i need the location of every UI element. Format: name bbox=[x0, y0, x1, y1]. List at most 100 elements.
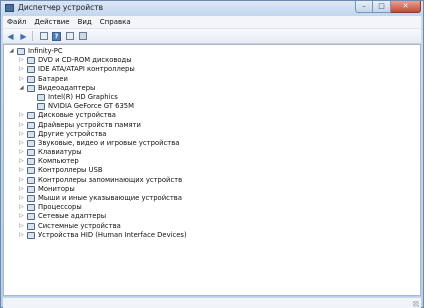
tree-category-item[interactable]: ▷ Процессоры bbox=[4, 203, 420, 212]
expand-arrow-icon[interactable]: ▷ bbox=[18, 121, 25, 130]
expand-arrow-icon[interactable]: ▷ bbox=[18, 203, 25, 212]
tree-device-item[interactable]: Intel(R) HD Graphics bbox=[4, 93, 420, 102]
tree-item-label: Контроллеры USB bbox=[38, 166, 103, 175]
tree-category-item[interactable]: ▷ Драйверы устройств памяти bbox=[4, 121, 420, 130]
tree-category-item[interactable]: ▷ Мыши и иные указывающие устройства bbox=[4, 194, 420, 203]
tree-category-item[interactable]: ▷ Звуковые, видео и игровые устройства bbox=[4, 139, 420, 148]
caption-buttons: – □ ✕ bbox=[355, 1, 421, 13]
expand-arrow-icon[interactable]: ▷ bbox=[18, 56, 25, 65]
title-bar[interactable]: Диспетчер устройств – □ ✕ bbox=[1, 1, 423, 16]
tree-category-item[interactable]: ▷ Контроллеры запоминающих устройств bbox=[4, 176, 420, 185]
sound-icon bbox=[27, 139, 35, 147]
expand-arrow-icon[interactable]: ▷ bbox=[18, 130, 25, 139]
device-tree-panel: ◢ Infinity-PC ▷ DVD и CD-ROM дисководы ▷ IDE … bbox=[3, 44, 421, 296]
other-devices-icon bbox=[27, 130, 35, 138]
minimize-button[interactable]: – bbox=[355, 1, 373, 13]
processor-icon bbox=[27, 204, 35, 212]
tree-item-label: Другие устройства bbox=[38, 129, 107, 138]
menu-file[interactable]: Файл bbox=[3, 16, 30, 28]
tree-item-label: Мыши и иные указывающие устройства bbox=[38, 194, 182, 202]
display-adapter-icon bbox=[37, 103, 45, 111]
battery-icon bbox=[27, 75, 35, 83]
close-button[interactable]: ✕ bbox=[391, 1, 421, 13]
resize-grip[interactable] bbox=[413, 301, 419, 307]
menu-action[interactable]: Действие bbox=[30, 16, 73, 28]
tree-category-item[interactable]: ▷ Мониторы bbox=[4, 185, 420, 194]
tree-category-item[interactable]: ▷ Сетевые адаптеры bbox=[4, 212, 420, 221]
keyboard-icon bbox=[27, 149, 35, 157]
tree-category-item[interactable]: ◢ Видеоадаптеры bbox=[4, 84, 420, 93]
expand-arrow-icon[interactable]: ▷ bbox=[18, 212, 25, 221]
toolbar: ◀ ▶ ? bbox=[3, 28, 421, 44]
usb-icon bbox=[27, 167, 35, 175]
tree-item-label: Устройства HID (Human Interface Devices) bbox=[38, 230, 187, 239]
tree-category-item[interactable]: ▷ DVD и CD-ROM дисководы bbox=[4, 56, 420, 65]
maximize-button[interactable]: □ bbox=[373, 1, 391, 13]
tree-item-label: Процессоры bbox=[38, 203, 82, 212]
expand-arrow-icon[interactable]: ▷ bbox=[18, 148, 25, 157]
expand-arrow-icon[interactable]: ▷ bbox=[18, 111, 25, 120]
expand-arrow-icon[interactable]: ▷ bbox=[18, 157, 25, 166]
toolbar-separator bbox=[32, 31, 33, 41]
computer-icon bbox=[27, 158, 35, 166]
tree-category-item[interactable]: ▷ Батареи bbox=[4, 75, 420, 84]
menu-bar: Файл Действие Вид Справка bbox=[3, 16, 421, 28]
network-adapter-icon bbox=[27, 213, 35, 221]
monitor-icon bbox=[27, 185, 35, 193]
properties-button[interactable] bbox=[38, 31, 49, 42]
expand-arrow-icon[interactable]: ▷ bbox=[18, 176, 25, 185]
expand-arrow-icon[interactable]: ▷ bbox=[18, 139, 25, 148]
menu-view[interactable]: Вид bbox=[74, 16, 96, 28]
window-title: Диспетчер устройств bbox=[18, 3, 104, 12]
view-icon bbox=[65, 32, 74, 40]
tree-category-item[interactable]: ▷ Другие устройства bbox=[4, 130, 420, 139]
help-icon: ? bbox=[52, 31, 61, 41]
expand-arrow-icon[interactable]: ▷ bbox=[18, 185, 25, 194]
device-manager-app-icon bbox=[5, 4, 14, 12]
expand-arrow-icon[interactable]: ▷ bbox=[18, 194, 25, 203]
tree-category-item[interactable]: ▷ Клавиатуры bbox=[4, 148, 420, 157]
collapse-arrow-icon[interactable]: ◢ bbox=[18, 84, 25, 93]
tree-root[interactable]: ◢ Infinity-PC bbox=[4, 47, 420, 56]
display-adapter-icon bbox=[37, 93, 45, 101]
tree-category-item[interactable]: ▷ Системные устройства bbox=[4, 222, 420, 231]
expand-arrow-icon[interactable]: ▷ bbox=[18, 75, 25, 84]
tree-category-item[interactable]: ▷ Устройства HID (Human Interface Devices… bbox=[4, 231, 420, 240]
tree-category-item[interactable]: ▷ Дисковые устройства bbox=[4, 111, 420, 120]
tree-device-item[interactable]: NVIDIA GeForce GT 635M bbox=[4, 102, 420, 111]
forward-arrow-icon[interactable]: ▶ bbox=[18, 31, 29, 42]
system-devices-icon bbox=[27, 222, 35, 230]
scan-hardware-icon bbox=[78, 32, 87, 40]
status-bar bbox=[3, 297, 421, 308]
disk-drive-icon bbox=[27, 112, 35, 120]
expand-arrow-icon[interactable]: ▷ bbox=[18, 65, 25, 74]
computer-icon bbox=[17, 48, 25, 55]
scan-hardware-button[interactable] bbox=[77, 31, 88, 42]
view-button[interactable] bbox=[64, 31, 75, 42]
tree-item-label: Дисковые устройства bbox=[38, 111, 116, 120]
expand-arrow-icon[interactable]: ▷ bbox=[18, 166, 25, 175]
tree-category-item[interactable]: ▷ Контроллеры USB bbox=[4, 166, 420, 175]
tree-item-label: Батареи bbox=[38, 74, 68, 83]
tree-item-label: Infinity-PC bbox=[28, 47, 63, 55]
storage-controller-icon bbox=[27, 176, 35, 184]
display-adapter-icon bbox=[27, 84, 35, 92]
ide-controller-icon bbox=[27, 66, 35, 74]
tree-category-item[interactable]: ▷ IDE ATA/ATAPI контроллеры bbox=[4, 65, 420, 74]
tree-item-label: NVIDIA GeForce GT 635M bbox=[48, 102, 134, 111]
mouse-icon bbox=[27, 195, 35, 202]
properties-icon bbox=[39, 32, 48, 40]
collapse-arrow-icon[interactable]: ◢ bbox=[8, 47, 15, 56]
expand-arrow-icon[interactable]: ▷ bbox=[18, 231, 25, 240]
hid-icon bbox=[27, 231, 35, 239]
back-arrow-icon[interactable]: ◀ bbox=[5, 31, 16, 42]
tree-item-label: Драйверы устройств памяти bbox=[38, 120, 141, 129]
help-button[interactable]: ? bbox=[51, 31, 62, 42]
tree-item-label: Видеоадаптеры bbox=[38, 83, 96, 92]
tree-item-label: IDE ATA/ATAPI контроллеры bbox=[38, 65, 135, 74]
tree-category-item[interactable]: ▷ Компьютер bbox=[4, 157, 420, 166]
expand-arrow-icon[interactable]: ▷ bbox=[18, 222, 25, 231]
menu-help[interactable]: Справка bbox=[96, 16, 135, 28]
tree-item-label: Контроллеры запоминающих устройств bbox=[38, 175, 183, 184]
device-tree: ◢ Infinity-PC ▷ DVD и CD-ROM дисководы ▷ IDE … bbox=[4, 47, 420, 240]
